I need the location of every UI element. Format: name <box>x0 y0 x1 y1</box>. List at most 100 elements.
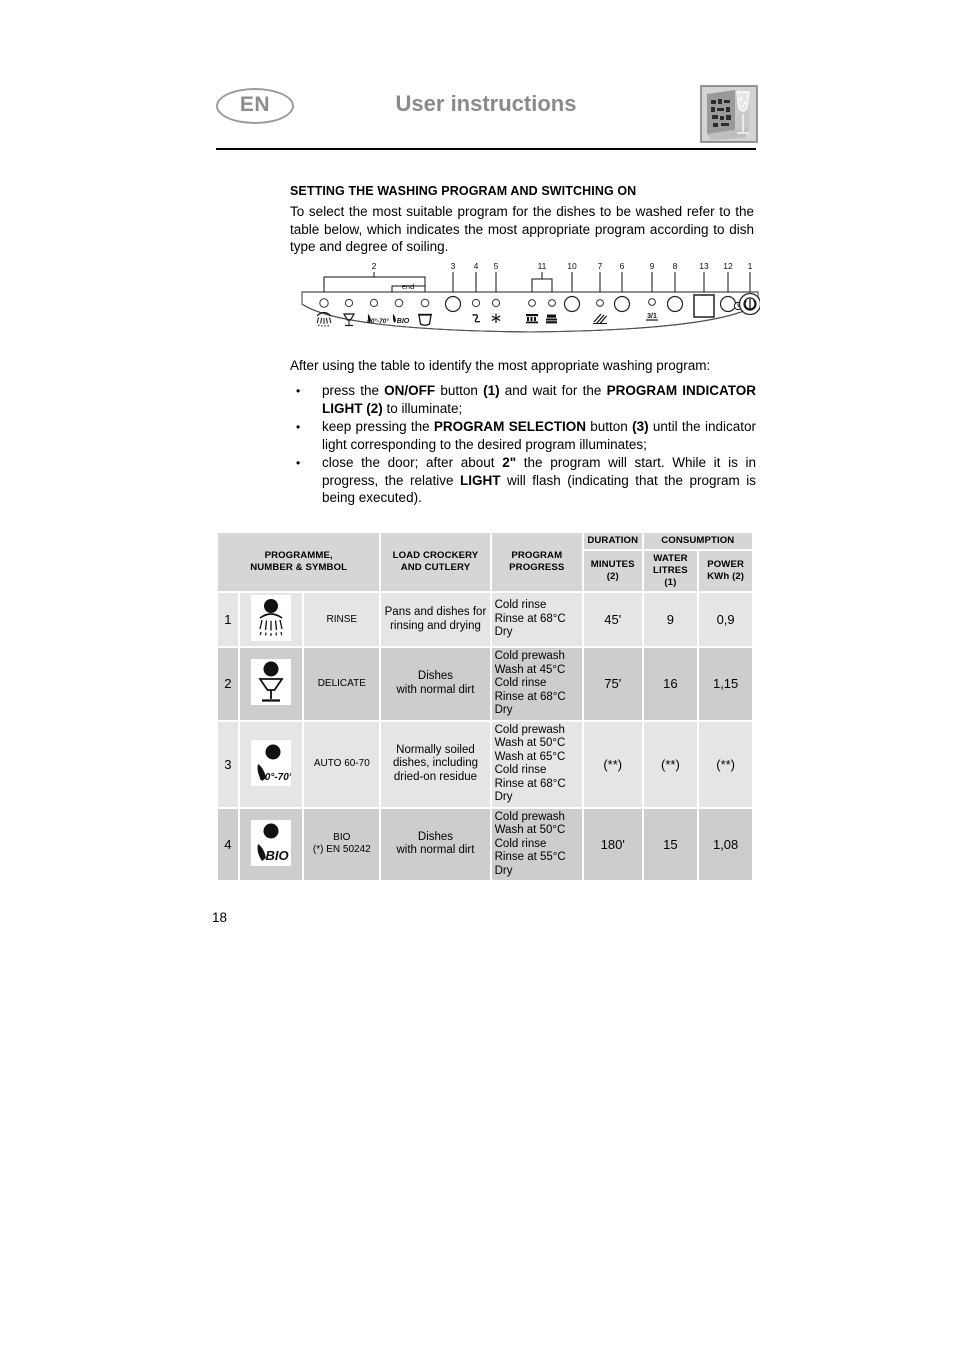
svg-text:9: 9 <box>650 261 655 271</box>
page-number: 18 <box>212 910 228 925</box>
row-water: (**) <box>643 721 698 807</box>
list-item: • press the ON/OFF button (1) and wait f… <box>290 382 756 417</box>
svg-text:11: 11 <box>538 261 547 271</box>
bullet-marker: • <box>296 420 301 434</box>
svg-text:BIO: BIO <box>397 318 410 325</box>
row-load: Pans and dishes for rinsing and drying <box>381 593 490 646</box>
list-item: • close the door; after about 2" the pro… <box>290 454 756 507</box>
spray-rinse-icon <box>251 595 292 641</box>
dishwasher-glass-icon <box>701 86 757 142</box>
half-load-lower-led <box>548 299 556 307</box>
row-power: 0,9 <box>699 593 752 646</box>
svg-text:3/1: 3/1 <box>647 313 657 320</box>
product-logo-image <box>700 85 758 143</box>
row-number: 3 <box>218 721 238 807</box>
table-header-row: PROGRAMME, NUMBER & SYMBOL LOAD CROCKERY… <box>218 533 752 591</box>
svg-text:10: 10 <box>567 261 577 271</box>
svg-text:60°-70°: 60°-70° <box>367 317 389 325</box>
header-divider <box>216 148 756 150</box>
svg-text:6: 6 <box>620 261 625 271</box>
display-window <box>693 294 715 318</box>
row-progress: Cold rinse Rinse at 68°C Dry <box>491 593 582 646</box>
row-symbol-cell <box>239 648 303 720</box>
row-power: (**) <box>699 721 752 807</box>
row-water: 15 <box>643 808 698 880</box>
auto-60-70-icon: 60°-70° <box>251 739 292 786</box>
row-symbol-cell: BIO <box>239 808 303 880</box>
delay-start-button <box>719 295 737 313</box>
row-number: 4 <box>218 808 238 880</box>
header-minutes: MINUTES (2) <box>583 551 642 591</box>
row-water: 16 <box>643 648 698 720</box>
bullet-text: keep pressing the PROGRAM SELECTION butt… <box>322 419 756 452</box>
section-intro-paragraph: To select the most suitable program for … <box>290 204 754 254</box>
list-item: • keep pressing the PROGRAM SELECTION bu… <box>290 418 756 453</box>
row-symbol-cell <box>239 593 303 646</box>
svg-text:4: 4 <box>474 261 479 271</box>
document-page: EN User instructions SETTING THE WASHING… <box>0 0 954 1351</box>
table-row: 2 DELICATE Dishes with normal dirt Cold … <box>218 648 752 720</box>
row-progress: Cold prewash Wash at 45°C Cold rinse Rin… <box>491 648 582 720</box>
row-number: 2 <box>218 648 238 720</box>
svg-text:BIO: BIO <box>265 848 288 863</box>
control-panel-svg: 2 3 4 5 11 10 7 6 9 8 13 12 1 end 60°-70… <box>301 261 760 333</box>
3in1-icon: 3/1 <box>646 313 658 321</box>
half-load-button <box>563 295 581 313</box>
callout-numbers: 2 3 4 5 11 10 7 6 9 8 13 12 1 <box>372 261 753 271</box>
svg-text:2: 2 <box>372 261 377 271</box>
bullet-marker: • <box>296 456 301 470</box>
svg-text:60°-70°: 60°-70° <box>259 772 291 783</box>
row-load: Dishes with normal dirt <box>381 648 490 720</box>
svg-text:8: 8 <box>673 261 678 271</box>
header-programme: PROGRAMME, NUMBER & SYMBOL <box>218 533 380 591</box>
svg-text:1: 1 <box>748 261 753 271</box>
svg-text:13: 13 <box>699 261 709 271</box>
rinse-aid-led <box>491 298 501 308</box>
svg-text:7: 7 <box>598 261 603 271</box>
row-program-name: RINSE <box>304 593 380 646</box>
after-table-line: After using the table to identify the mo… <box>290 358 711 373</box>
header-power: POWER KWh (2) <box>699 551 752 591</box>
row-program-name: AUTO 60-70 <box>304 721 380 807</box>
row-power: 1,08 <box>699 808 752 880</box>
row-load: Normally soiled dishes, including dried-… <box>381 721 490 807</box>
spray-rinse-icon <box>316 311 332 327</box>
header-load: LOAD CROCKERY AND CUTLERY <box>381 533 490 591</box>
row-program-name: DELICATE <box>304 648 380 720</box>
header-water: WATER LITRES (1) <box>643 551 698 591</box>
row-load: Dishes with normal dirt <box>381 808 490 880</box>
option-7-led <box>596 299 604 307</box>
row-symbol-cell: 60°-70° <box>239 721 303 807</box>
svg-text:3: 3 <box>451 261 456 271</box>
table-row: 1 RINSE Pans and dishes for rinsing and … <box>218 593 752 646</box>
bio-icon: BIO <box>251 819 292 866</box>
row-program-name: BIO (*) EN 50242 <box>304 808 380 880</box>
program-table: PROGRAMME, NUMBER & SYMBOL LOAD CROCKERY… <box>216 531 754 882</box>
row-power: 1,15 <box>699 648 752 720</box>
row-minutes: (**) <box>583 721 642 807</box>
half-load-upper-led <box>528 299 536 307</box>
control-panel-diagram: 2 3 4 5 11 10 7 6 9 8 13 12 1 end 60°-70… <box>300 258 760 346</box>
row-number: 1 <box>218 593 238 646</box>
row-progress: Cold prewash Wash at 50°C Wash at 65°C C… <box>491 721 582 807</box>
three-in-one-button <box>666 295 684 313</box>
salt-led <box>471 298 481 308</box>
section-heading: SETTING THE WASHING PROGRAM AND SWITCHIN… <box>290 184 637 198</box>
table-row: 4 BIO BIO (*) EN 50242 Dishes with norma… <box>218 808 752 880</box>
option-button-6 <box>613 295 631 313</box>
row-minutes: 75' <box>583 648 642 720</box>
half-load-lower-icon <box>546 314 557 324</box>
program-selection-button <box>444 295 462 313</box>
end-label: end <box>402 282 415 291</box>
bullet-marker: • <box>296 384 301 398</box>
header-progress: PROGRAM PROGRESS <box>491 533 582 591</box>
header-consumption: CONSUMPTION <box>643 533 752 549</box>
svg-text:12: 12 <box>723 261 733 271</box>
bullet-text: close the door; after about 2" the progr… <box>322 455 757 505</box>
on-off-button <box>738 292 760 316</box>
instruction-bullet-list: • press the ON/OFF button (1) and wait f… <box>290 382 756 508</box>
page-header: EN User instructions <box>216 85 758 152</box>
table-body: 1 RINSE Pans and dishes for rinsing and … <box>218 593 752 880</box>
bullet-text: press the ON/OFF button (1) and wait for… <box>322 383 757 416</box>
table-row: 3 60°-70° AUTO 60-70 Normally soiled dis… <box>218 721 752 807</box>
